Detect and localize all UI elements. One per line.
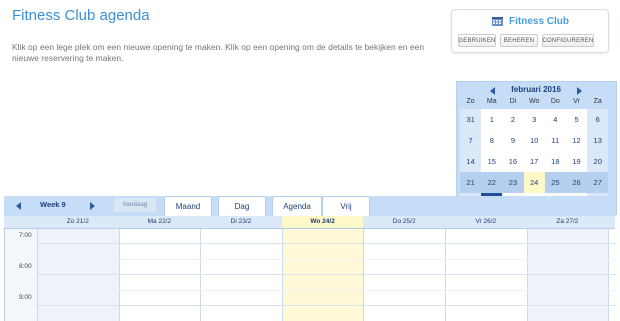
mini-calendar-day[interactable]: 23 — [502, 172, 524, 193]
day-header: Wo 24/2 — [281, 216, 364, 228]
weekday-label: Wo — [528, 98, 540, 105]
today-button[interactable]: Vandaag — [114, 198, 156, 212]
mini-calendar-month: februari 2016 — [511, 85, 561, 94]
mini-calendar-day[interactable]: 25 — [544, 172, 566, 193]
day-header: Ma 22/2 — [147, 218, 172, 225]
week-grid[interactable]: 7:00 8:00 9:00 — [4, 229, 616, 321]
gebruiken-button[interactable]: GEBRUIKEN — [458, 34, 496, 47]
intro-text: Klik op een lege plek om een nieuwe open… — [12, 42, 425, 63]
weekday-label: Di — [509, 98, 517, 105]
next-month-icon[interactable] — [577, 87, 582, 95]
weekday-label: Vr — [573, 98, 580, 105]
mini-calendar-day[interactable]: 5 — [565, 109, 588, 130]
calendar-icon — [492, 17, 503, 26]
mini-calendar-day[interactable]: 1 — [481, 109, 503, 130]
brand-name: Fitness Club — [509, 16, 570, 27]
weekday-label: Za — [593, 98, 602, 105]
view-toolbar: Week 9 Vandaag Maand Dag Agenda Vrij — [4, 196, 615, 216]
time-label: 8:00 — [19, 263, 32, 270]
time-gridline — [38, 305, 616, 306]
mini-calendar-week: 31 1 2 3 4 5 6 — [460, 109, 609, 130]
time-label: 7:00 — [19, 232, 32, 239]
week-day-header: Zo 21/2 Ma 22/2 Di 23/2 Wo 24/2 Do 25/2 Vr 26… — [4, 216, 615, 229]
mini-calendar-week: 21 22 23 24 25 26 27 — [460, 172, 609, 193]
time-gridline — [38, 243, 616, 244]
week-label: Week 9 — [40, 200, 66, 209]
mini-calendar-day[interactable]: 11 — [544, 130, 566, 151]
mini-calendar: februari 2016 Zo Ma Di Wo Do Vr Za 31 1 2 3 4 5 6 7 8 9… — [456, 81, 617, 215]
tab-vrij[interactable]: Vrij — [322, 196, 370, 216]
day-header: Di 23/2 — [230, 218, 252, 225]
time-gridline — [38, 258, 616, 260]
mini-calendar-day[interactable]: 10 — [523, 130, 545, 151]
mini-calendar-day[interactable]: 18 — [544, 151, 566, 172]
configureren-button[interactable]: CONFIGUREREN — [542, 34, 594, 47]
mini-calendar-day[interactable]: 4 — [544, 109, 566, 130]
mini-calendar-week: 7 8 9 10 11 12 13 — [460, 130, 609, 151]
mini-calendar-day[interactable]: 24 — [523, 172, 545, 193]
mini-calendar-day[interactable]: 15 — [481, 151, 503, 172]
day-header: Zo 21/2 — [66, 218, 89, 225]
day-header: Za 27/2 — [556, 218, 579, 225]
tab-agenda[interactable]: Agenda — [272, 196, 322, 216]
mini-calendar-day[interactable]: 19 — [565, 151, 588, 172]
day-header: Do 25/2 — [392, 218, 416, 225]
mini-calendar-day[interactable]: 7 — [460, 130, 482, 151]
tab-maand[interactable]: Maand — [164, 196, 212, 216]
page-title: Fitness Club agenda — [12, 7, 150, 24]
time-gridline — [38, 289, 616, 291]
mini-calendar-day[interactable]: 20 — [587, 151, 609, 172]
mini-calendar-day[interactable]: 26 — [565, 172, 588, 193]
mini-calendar-day[interactable]: 17 — [523, 151, 545, 172]
mini-calendar-day[interactable]: 27 — [587, 172, 609, 193]
next-week-icon[interactable] — [90, 202, 95, 210]
mini-calendar-day[interactable]: 3 — [523, 109, 545, 130]
day-header: Vr 26/2 — [475, 218, 497, 225]
beheren-button[interactable]: BEHEREN — [500, 34, 538, 47]
weekday-label: Do — [550, 98, 560, 105]
mini-calendar-header: februari 2016 — [457, 85, 616, 97]
brand-buttons: GEBRUIKEN BEHEREN CONFIGUREREN — [458, 34, 594, 47]
mini-calendar-day[interactable]: 13 — [587, 130, 609, 151]
brand-box: Fitness Club GEBRUIKEN BEHEREN CONFIGURE… — [451, 9, 609, 53]
mini-calendar-day[interactable]: 8 — [481, 130, 503, 151]
brand-row: Fitness Club — [492, 16, 569, 27]
mini-calendar-day[interactable]: 14 — [460, 151, 482, 172]
mini-calendar-day[interactable]: 2 — [502, 109, 524, 130]
weekday-label: Zo — [466, 98, 475, 105]
time-gridline — [38, 274, 616, 275]
mini-calendar-day[interactable]: 6 — [587, 109, 609, 130]
mini-calendar-day[interactable]: 31 — [460, 109, 482, 130]
mini-calendar-day[interactable]: 21 — [460, 172, 482, 193]
mini-calendar-weekdays: Zo Ma Di Wo Do Vr Za — [460, 98, 608, 105]
mini-calendar-day[interactable]: 16 — [502, 151, 524, 172]
mini-calendar-day[interactable]: 9 — [502, 130, 524, 151]
mini-calendar-day[interactable]: 12 — [565, 130, 588, 151]
time-column — [5, 229, 38, 321]
tab-dag[interactable]: Dag — [218, 196, 266, 216]
prev-month-icon[interactable] — [490, 87, 495, 95]
mini-calendar-day[interactable]: 22 — [481, 172, 503, 193]
mini-calendar-week: 14 15 16 17 18 19 20 — [460, 151, 609, 172]
weekday-label: Ma — [486, 98, 497, 105]
prev-week-icon[interactable] — [16, 202, 21, 210]
time-label: 9:00 — [19, 294, 32, 301]
